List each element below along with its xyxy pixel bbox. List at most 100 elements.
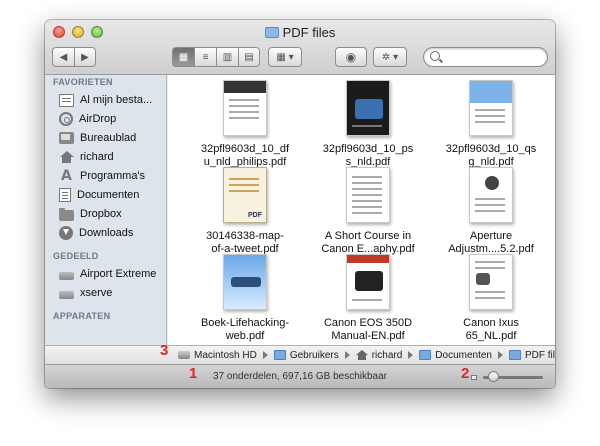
search-icon bbox=[430, 51, 440, 61]
sidebar-item-desktop[interactable]: Bureaublad bbox=[59, 129, 136, 147]
icon-view-button[interactable]: ▦ bbox=[172, 47, 194, 67]
sidebar-item-airdrop[interactable]: AirDrop bbox=[59, 110, 116, 128]
pdf-thumbnail-icon bbox=[469, 254, 513, 310]
folder-icon bbox=[509, 350, 521, 360]
file-item[interactable]: 32pfl9603d_10_qs g_nld.pdf bbox=[432, 80, 550, 169]
title-bar: PDF files ◀ ▶ ▦ ≡ ▥ ▤ ▦ ▾ ◉ ✲ ▾ bbox=[45, 20, 555, 75]
list-view-button[interactable]: ≡ bbox=[194, 47, 216, 67]
path-item-pdf-files[interactable]: PDF files bbox=[509, 350, 555, 361]
back-button[interactable]: ◀ bbox=[52, 47, 74, 67]
path-separator-icon bbox=[344, 351, 350, 359]
sidebar-header-devices: APPARATEN bbox=[53, 311, 111, 321]
path-item-richard[interactable]: richard bbox=[355, 350, 402, 361]
file-item[interactable]: A Short Course in Canon E...aphy.pdf bbox=[309, 167, 427, 256]
sidebar-item-label: Bureaublad bbox=[80, 132, 137, 144]
airdrop-icon bbox=[59, 112, 73, 126]
search-input[interactable] bbox=[423, 47, 548, 67]
file-name: 32pfl9603d_10_df u_nld_philips.pdf bbox=[200, 143, 290, 168]
downloads-icon bbox=[59, 226, 73, 240]
folder-icon bbox=[59, 207, 74, 221]
sidebar-item-label: richard bbox=[80, 151, 114, 163]
path-item-documenten[interactable]: Documenten bbox=[419, 350, 492, 361]
coverflow-icon: ▤ bbox=[244, 51, 254, 63]
grid-icon: ▦ bbox=[178, 51, 189, 63]
arrange-button[interactable]: ▦ ▾ bbox=[268, 47, 302, 67]
sidebar-header-favorites: FAVORIETEN bbox=[53, 77, 113, 87]
documents-icon bbox=[59, 188, 71, 202]
status-text: 37 onderdelen, 697,16 GB beschikbaar bbox=[212, 371, 387, 382]
columns-icon: ▥ bbox=[222, 51, 233, 63]
file-item[interactable]: 32pfl9603d_10_df u_nld_philips.pdf bbox=[186, 80, 304, 169]
file-name: Canon Ixus 65_NL.pdf bbox=[463, 317, 519, 342]
file-grid: 32pfl9603d_10_df u_nld_philips.pdf 32pfl9… bbox=[168, 75, 555, 345]
path-separator-icon bbox=[408, 351, 414, 359]
callout-number: 3 bbox=[160, 342, 169, 359]
sidebar-item-all-files[interactable]: Al mijn besta... bbox=[59, 91, 152, 109]
sidebar-item-label: Dropbox bbox=[80, 208, 122, 220]
pdf-thumbnail-icon bbox=[223, 254, 267, 310]
folder-icon bbox=[273, 350, 286, 360]
sidebar-item-label: Downloads bbox=[79, 227, 134, 239]
sidebar-item-dropbox[interactable]: Dropbox bbox=[59, 205, 122, 223]
path-separator-icon bbox=[262, 351, 268, 359]
path-item-gebruikers[interactable]: Gebruikers bbox=[273, 350, 339, 361]
callout-number: 2 bbox=[461, 365, 470, 382]
desktop-icon bbox=[59, 132, 74, 144]
path-item-macintosh-hd[interactable]: Macintosh HD bbox=[178, 350, 257, 361]
file-item[interactable]: Canon Ixus 65_NL.pdf bbox=[432, 254, 550, 343]
pdf-thumbnail-icon bbox=[223, 167, 267, 223]
pdf-thumbnail-icon bbox=[346, 80, 390, 136]
pdf-thumbnail-icon bbox=[223, 80, 267, 136]
chevron-right-icon: ▶ bbox=[81, 51, 89, 63]
file-item[interactable]: Aperture Adjustm....5.2.pdf bbox=[432, 167, 550, 256]
drive-icon bbox=[178, 351, 190, 359]
chevron-left-icon: ◀ bbox=[59, 51, 68, 63]
small-icon-size-icon bbox=[471, 375, 477, 380]
callout-number: 1 bbox=[189, 365, 198, 382]
file-name: 30146338-map-of-a-tweet.pdf bbox=[206, 230, 284, 255]
sidebar-item-label: Al mijn besta... bbox=[80, 94, 153, 106]
arrange-icon: ▦ ▾ bbox=[276, 51, 294, 63]
forward-button[interactable]: ▶ bbox=[74, 47, 96, 67]
file-name: Canon EOS 350D Manual-EN.pdf bbox=[323, 317, 413, 342]
home-icon bbox=[59, 150, 74, 164]
sidebar-item-applications[interactable]: Programma's bbox=[59, 167, 145, 185]
coverflow-view-button[interactable]: ▤ bbox=[238, 47, 260, 67]
quick-look-button[interactable]: ◉ bbox=[335, 47, 367, 67]
window-title: PDF files bbox=[282, 25, 336, 40]
pdf-thumbnail-icon bbox=[346, 254, 390, 310]
path-bar: Macintosh HD Gebruikers richard Document… bbox=[45, 345, 555, 364]
pdf-thumbnail-icon bbox=[346, 167, 390, 223]
sidebar-item-xserve[interactable]: xserve bbox=[59, 284, 112, 302]
file-item[interactable]: 30146338-map-of-a-tweet.pdf bbox=[186, 167, 304, 256]
sidebar-item-label: Documenten bbox=[77, 189, 140, 201]
file-item[interactable]: 32pfl9603d_10_ps s_nld.pdf bbox=[309, 80, 427, 169]
file-item[interactable]: Boek-Lifehacking-web.pdf bbox=[186, 254, 304, 343]
file-name: Aperture Adjustm....5.2.pdf bbox=[448, 230, 534, 255]
list-icon: ≡ bbox=[202, 51, 209, 63]
path-separator-icon bbox=[498, 351, 503, 359]
sidebar-item-label: xserve bbox=[80, 287, 113, 299]
sidebar-item-documents[interactable]: Documenten bbox=[59, 186, 139, 204]
file-name: 32pfl9603d_10_qs g_nld.pdf bbox=[445, 143, 537, 168]
applications-icon bbox=[59, 168, 74, 184]
file-name: 32pfl9603d_10_ps s_nld.pdf bbox=[322, 143, 414, 168]
file-item[interactable]: Canon EOS 350D Manual-EN.pdf bbox=[309, 254, 427, 343]
sidebar-item-home[interactable]: richard bbox=[59, 148, 114, 166]
sidebar: FAVORIETEN Al mijn besta... AirDrop Bure… bbox=[45, 75, 167, 345]
window-title-wrap: PDF files bbox=[45, 25, 555, 40]
sidebar-item-downloads[interactable]: Downloads bbox=[59, 224, 133, 242]
pdf-thumbnail-icon bbox=[469, 167, 513, 223]
column-view-button[interactable]: ▥ bbox=[216, 47, 238, 67]
pdf-thumbnail-icon bbox=[469, 80, 513, 136]
icon-size-slider-knob[interactable] bbox=[488, 371, 499, 382]
sidebar-header-shared: GEDEELD bbox=[53, 251, 99, 261]
gear-icon: ✲ ▾ bbox=[381, 51, 399, 63]
drive-icon bbox=[59, 290, 74, 299]
folder-icon bbox=[419, 350, 432, 360]
sidebar-item-label: Airport Extreme bbox=[80, 268, 157, 280]
action-button[interactable]: ✲ ▾ bbox=[373, 47, 407, 67]
status-bar: 37 onderdelen, 697,16 GB beschikbaar bbox=[45, 364, 555, 388]
sidebar-item-airport-extreme[interactable]: Airport Extreme bbox=[59, 265, 156, 283]
all-files-icon bbox=[59, 93, 74, 107]
